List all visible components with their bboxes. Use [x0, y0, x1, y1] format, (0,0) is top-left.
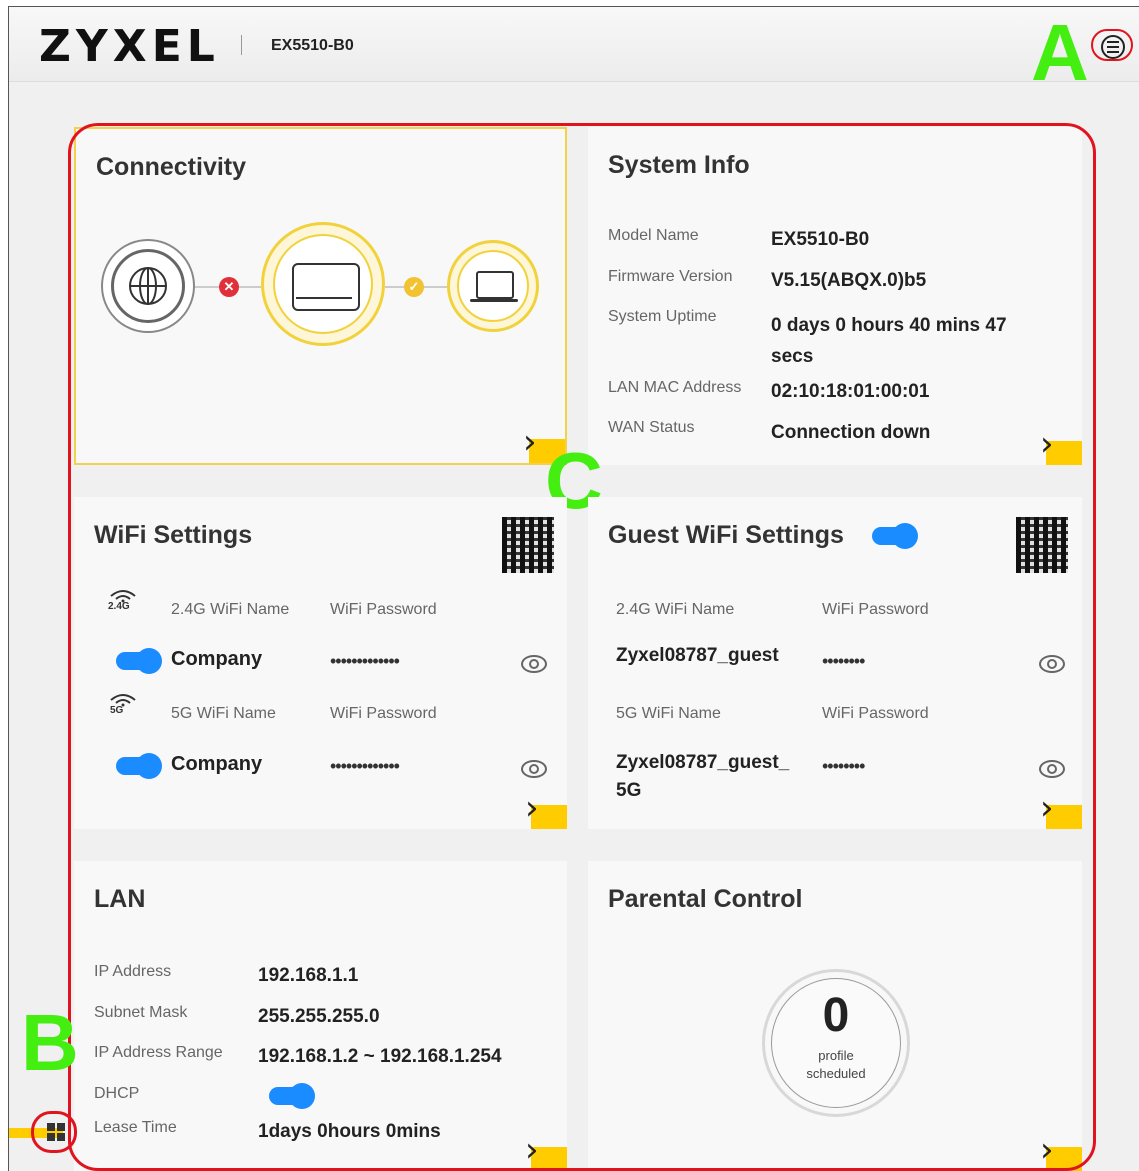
grid-icon [47, 1123, 65, 1141]
callout-a: A [1031, 8, 1089, 97]
dashboard-widget-button[interactable] [47, 1123, 65, 1141]
cards-highlight-outline [68, 123, 1096, 1171]
logo-divider [241, 35, 242, 55]
model-label: EX5510-B0 [271, 37, 354, 54]
top-bar: ZYXEL EX5510-B0 [9, 7, 1139, 82]
brand-logo: ZYXEL [39, 21, 220, 72]
hamburger-menu-icon [1101, 35, 1125, 59]
menu-button[interactable] [1091, 29, 1133, 61]
app-frame: ZYXEL EX5510-B0 A Connectivity ✕ ✓ › Sys… [8, 6, 1139, 1171]
callout-b: B [21, 998, 79, 1087]
